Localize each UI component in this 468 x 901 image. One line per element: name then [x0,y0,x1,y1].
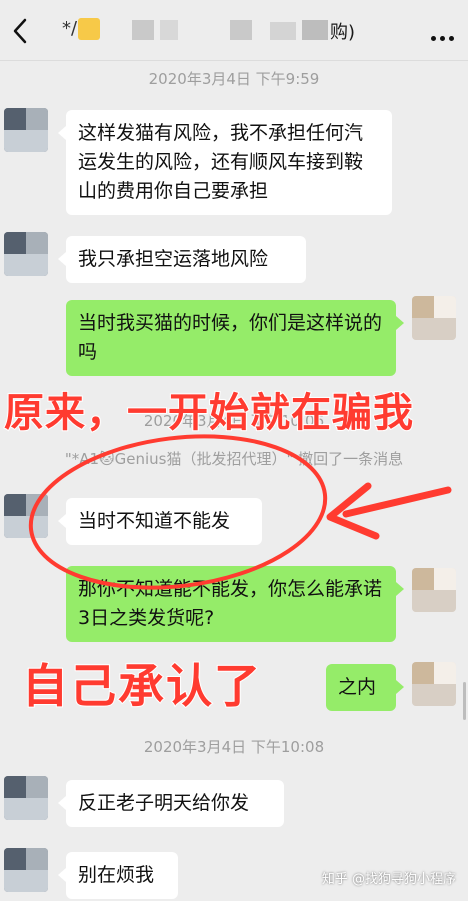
avatar-seller[interactable] [4,108,48,152]
message-received[interactable]: 这样发猫有风险，我不承担任何汽运发生的风险，还有顺风车接到鞍山的费用你自己要承担 [58,110,392,215]
avatar-seller[interactable] [4,776,48,820]
watermark: 知乎 @找狗寻狗小程序 [321,872,456,887]
message-sent[interactable]: 当时我买猫的时候，你们是这样说的吗 [66,300,404,376]
blurred-title-segment [302,20,328,40]
chat-header: */ 购) [0,0,468,61]
red-arrow-icon [326,482,452,540]
title-suffix: 购) [330,22,356,43]
avatar-me[interactable] [412,568,456,612]
message-sent[interactable]: 之内 [326,664,404,711]
avatar-me[interactable] [412,296,456,340]
message-sent[interactable]: 那你不知道能不能发，你怎么能承诺3日之类发货呢? [66,566,404,642]
blurred-title-segment [132,20,154,40]
avatar-seller[interactable] [4,232,48,276]
timestamp: 2020年3月4日 下午10:08 [143,738,325,756]
recall-notice: "*A1🐱Genius猫（批发招代理）" 撤回了一条消息 [64,450,404,468]
message-received[interactable]: 我只承担空运落地风险 [58,236,306,283]
message-received[interactable]: 当时不知道不能发 [58,498,262,545]
message-received[interactable]: 反正老子明天给你发 [58,780,284,827]
annotation-caption: 原来，一开始就在骗我 [3,389,414,437]
blurred-title-segment [230,20,252,40]
avatar-me[interactable] [412,662,456,706]
cat-emoji-icon [78,18,100,40]
title-prefix: */ [62,18,78,39]
chevron-left-icon[interactable] [8,14,34,48]
message-received[interactable]: 别在烦我 [58,852,178,899]
annotation-caption: 自己承认了 [21,658,262,714]
avatar-seller[interactable] [4,494,48,538]
blurred-title-segment [160,20,178,40]
scrollbar[interactable] [463,682,466,720]
chat-title: */ 购) [62,16,390,46]
avatar-seller[interactable] [4,848,48,892]
blurred-title-segment [270,22,296,40]
more-dots-icon[interactable] [429,26,456,45]
timestamp: 2020年3月4日 下午9:59 [148,70,320,88]
